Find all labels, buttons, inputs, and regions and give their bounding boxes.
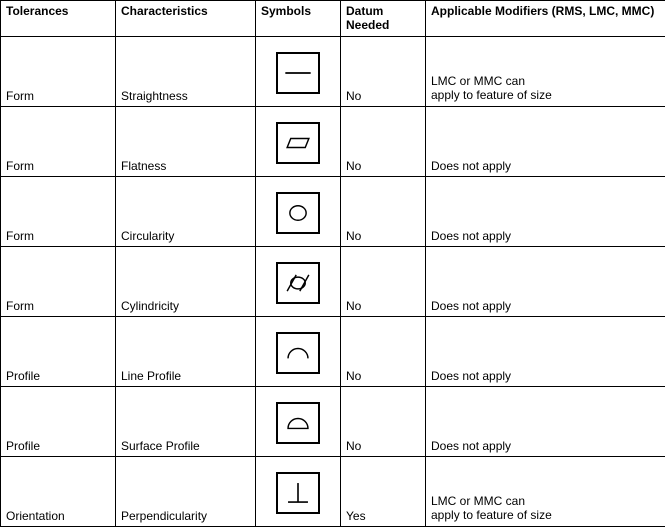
cell-symbol <box>256 456 341 526</box>
cell-modifier: Does not apply <box>426 106 665 176</box>
cell-characteristic: Straightness <box>116 36 256 106</box>
cell-datum: No <box>341 176 426 246</box>
cell-modifier: Does not apply <box>426 316 665 386</box>
cell-tolerance: Profile <box>1 386 116 456</box>
cell-modifier: LMC or MMC canapply to feature of size <box>426 36 665 106</box>
surface-profile-icon <box>276 402 320 444</box>
cell-datum: No <box>341 36 426 106</box>
straightness-icon <box>276 52 320 94</box>
cell-tolerance: Profile <box>1 316 116 386</box>
table-header-row: Tolerances Characteristics Symbols Datum… <box>1 1 665 37</box>
cell-tolerance: Form <box>1 36 116 106</box>
table-row: Form Cylindricity No Does not apply <box>1 246 665 316</box>
cell-characteristic: Cylindricity <box>116 246 256 316</box>
cell-symbol <box>256 316 341 386</box>
header-datum: Datum Needed <box>341 1 426 37</box>
cell-characteristic: Surface Profile <box>116 386 256 456</box>
cell-symbol <box>256 36 341 106</box>
cell-symbol <box>256 176 341 246</box>
cell-datum: No <box>341 316 426 386</box>
cell-characteristic: Perpendicularity <box>116 456 256 526</box>
cell-characteristic: Flatness <box>116 106 256 176</box>
circularity-icon <box>276 192 320 234</box>
cell-characteristic: Circularity <box>116 176 256 246</box>
flatness-icon <box>276 122 320 164</box>
header-tolerances: Tolerances <box>1 1 116 37</box>
cell-symbol <box>256 246 341 316</box>
perpendicularity-icon <box>276 472 320 514</box>
header-symbols: Symbols <box>256 1 341 37</box>
cell-datum: No <box>341 246 426 316</box>
header-modifiers: Applicable Modifiers (RMS, LMC, MMC) <box>426 1 665 37</box>
cell-tolerance: Form <box>1 246 116 316</box>
table-row: Profile Surface Profile No Does not appl… <box>1 386 665 456</box>
cell-characteristic: Line Profile <box>116 316 256 386</box>
cylindricity-icon <box>276 262 320 304</box>
cell-symbol <box>256 106 341 176</box>
cell-tolerance: Form <box>1 106 116 176</box>
table-row: Profile Line Profile No Does not apply <box>1 316 665 386</box>
cell-tolerance: Form <box>1 176 116 246</box>
table-row: Form Straightness No LMC or MMC canapply… <box>1 36 665 106</box>
table-row: Form Circularity No Does not apply <box>1 176 665 246</box>
cell-tolerance: Orientation <box>1 456 116 526</box>
cell-datum: No <box>341 386 426 456</box>
cell-datum: Yes <box>341 456 426 526</box>
table-row: Form Flatness No Does not apply <box>1 106 665 176</box>
cell-symbol <box>256 386 341 456</box>
cell-modifier: Does not apply <box>426 246 665 316</box>
gdt-tolerance-table: Tolerances Characteristics Symbols Datum… <box>0 0 665 527</box>
header-characteristics: Characteristics <box>116 1 256 37</box>
cell-modifier: Does not apply <box>426 386 665 456</box>
table-row: Orientation Perpendicularity Yes LMC or … <box>1 456 665 526</box>
cell-modifier: LMC or MMC canapply to feature of size <box>426 456 665 526</box>
cell-modifier: Does not apply <box>426 176 665 246</box>
line-profile-icon <box>276 332 320 374</box>
cell-datum: No <box>341 106 426 176</box>
